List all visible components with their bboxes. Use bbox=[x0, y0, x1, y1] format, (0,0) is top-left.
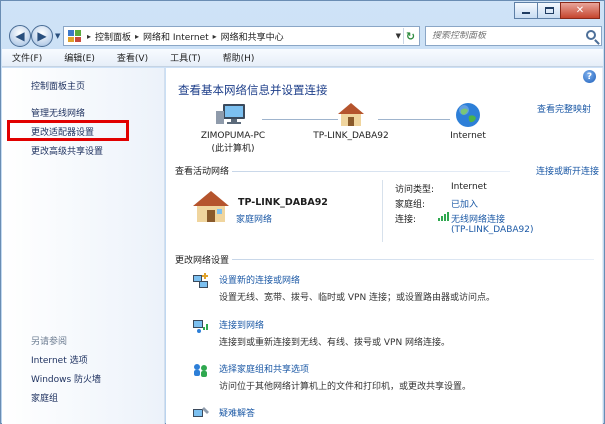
address-dropdown-icon[interactable]: ▼ bbox=[396, 32, 401, 40]
navigation-bar: ◀ ▶ ▼ ▸ 控制面板 ▸ 网络和 Internet ▸ 网络和共享中心 ▼ … bbox=[5, 25, 602, 47]
breadcrumb-control-panel[interactable]: 控制面板 bbox=[92, 30, 134, 43]
control-panel-icon bbox=[68, 30, 82, 42]
maximize-button[interactable] bbox=[537, 2, 561, 19]
setup-new-connection-desc: 设置无线、宽带、拨号、临时或 VPN 连接；或设置路由器或访问点。 bbox=[219, 293, 496, 303]
homegroup-label: 家庭组: bbox=[395, 200, 426, 210]
page-title: 查看基本网络信息并设置连接 bbox=[178, 83, 328, 97]
refresh-button[interactable]: ↻ bbox=[403, 28, 417, 44]
menu-edit[interactable]: 编辑(E) bbox=[50, 51, 103, 64]
main-content: ? 查看基本网络信息并设置连接 查看完整映射 ZIMOPUMA-PC (此计算机… bbox=[166, 68, 603, 424]
window-frame: ✕ ◀ ▶ ▼ ▸ 控制面板 ▸ 网络和 Internet ▸ 网络和共享中心 … bbox=[0, 0, 605, 424]
search-input[interactable] bbox=[432, 31, 582, 41]
globe-icon bbox=[456, 103, 480, 127]
active-networks-heading: 查看活动网络 bbox=[175, 167, 230, 177]
homegroup-sharing-link[interactable]: 选择家庭组和共享选项 bbox=[219, 362, 309, 375]
connect-to-network-link[interactable]: 连接到网络 bbox=[219, 318, 264, 331]
see-also-heading: 另请参阅 bbox=[31, 337, 68, 347]
internet-options-link[interactable]: Internet 选项 bbox=[31, 353, 88, 366]
change-settings-heading: 更改网络设置 bbox=[175, 256, 230, 266]
map-node-router: TP-LINK_DABA92 bbox=[306, 102, 396, 141]
wireless-connection-link[interactable]: 无线网络连接 bbox=[451, 212, 505, 225]
wireless-connection-ssid-link[interactable]: (TP-LINK_DABA92) bbox=[451, 225, 534, 235]
maximize-icon bbox=[544, 7, 554, 14]
control-panel-home-link[interactable]: 控制面板主页 bbox=[31, 79, 85, 92]
change-advanced-sharing-link[interactable]: 更改高级共享设置 bbox=[31, 144, 103, 157]
menu-view[interactable]: 查看(V) bbox=[103, 51, 156, 64]
wireless-signal-icon bbox=[438, 212, 449, 221]
left-task-pane: 控制面板主页 管理无线网络 更改适配器设置 更改高级共享设置 另请参阅 Inte… bbox=[2, 68, 165, 424]
home-network-icon bbox=[193, 191, 229, 222]
homegroup-icon bbox=[194, 364, 207, 377]
homegroup-sharing-desc: 访问位于其他网络计算机上的文件和打印机，或更改共享设置。 bbox=[219, 382, 472, 392]
breadcrumb-network-internet[interactable]: 网络和 Internet bbox=[140, 30, 212, 43]
troubleshoot-link[interactable]: 疑难解答 bbox=[219, 406, 255, 419]
menu-file[interactable]: 文件(F) bbox=[2, 51, 50, 64]
map-node-internet: Internet bbox=[428, 102, 508, 141]
new-connection-icon bbox=[193, 273, 208, 288]
menu-help[interactable]: 帮助(H) bbox=[209, 51, 263, 64]
access-type-value: Internet bbox=[451, 182, 487, 192]
window-controls: ✕ bbox=[514, 2, 600, 19]
address-bar[interactable]: ▸ 控制面板 ▸ 网络和 Internet ▸ 网络和共享中心 ▼ ↻ bbox=[63, 26, 420, 46]
menu-bar: 文件(F) 编辑(E) 查看(V) 工具(T) 帮助(H) bbox=[2, 49, 603, 67]
minimize-button[interactable] bbox=[514, 2, 538, 19]
network-name: TP-LINK_DABA92 bbox=[238, 197, 328, 208]
network-type-link[interactable]: 家庭网络 bbox=[236, 212, 272, 225]
breadcrumb-sharing-center[interactable]: 网络和共享中心 bbox=[218, 30, 287, 43]
back-arrow-icon: ◀ bbox=[15, 29, 25, 43]
section-divider bbox=[232, 259, 594, 260]
menu-tools[interactable]: 工具(T) bbox=[156, 51, 209, 64]
connect-to-network-desc: 连接到或重新连接到无线、有线、拨号或 VPN 网络连接。 bbox=[219, 338, 451, 348]
this-computer-label: (此计算机) bbox=[211, 144, 255, 154]
content-edge bbox=[602, 68, 603, 424]
forward-arrow-icon: ▶ bbox=[37, 29, 47, 43]
computer-name: ZIMOPUMA-PC bbox=[200, 131, 266, 141]
connections-label: 连接: bbox=[395, 215, 417, 225]
computer-icon bbox=[216, 104, 245, 124]
see-full-map-link[interactable]: 查看完整映射 bbox=[537, 102, 591, 115]
back-button[interactable]: ◀ bbox=[9, 25, 31, 47]
vertical-divider bbox=[382, 180, 383, 242]
forward-button[interactable]: ▶ bbox=[31, 25, 53, 47]
help-icon[interactable]: ? bbox=[583, 70, 596, 83]
internet-label: Internet bbox=[450, 131, 486, 141]
recent-pages-dropdown-icon[interactable]: ▼ bbox=[55, 32, 60, 40]
close-icon: ✕ bbox=[575, 5, 585, 16]
troubleshoot-icon bbox=[193, 407, 209, 417]
connect-network-icon bbox=[193, 320, 208, 333]
homegroup-link[interactable]: 家庭组 bbox=[31, 391, 58, 404]
section-divider bbox=[232, 171, 510, 172]
homegroup-joined-link[interactable]: 已加入 bbox=[451, 197, 478, 210]
router-name: TP-LINK_DABA92 bbox=[313, 131, 389, 141]
map-node-computer: ZIMOPUMA-PC (此计算机) bbox=[188, 102, 278, 154]
highlight-box bbox=[7, 120, 129, 141]
manage-wireless-networks-link[interactable]: 管理无线网络 bbox=[31, 106, 85, 119]
close-button[interactable]: ✕ bbox=[560, 2, 600, 19]
windows-firewall-link[interactable]: Windows 防火墙 bbox=[31, 372, 101, 385]
house-icon bbox=[338, 103, 364, 126]
search-box[interactable] bbox=[425, 26, 602, 46]
minimize-icon bbox=[522, 12, 530, 14]
connect-disconnect-link[interactable]: 连接或断开连接 bbox=[536, 164, 599, 177]
search-icon[interactable] bbox=[586, 30, 596, 40]
setup-new-connection-link[interactable]: 设置新的连接或网络 bbox=[219, 273, 300, 286]
access-type-label: 访问类型: bbox=[395, 185, 435, 195]
